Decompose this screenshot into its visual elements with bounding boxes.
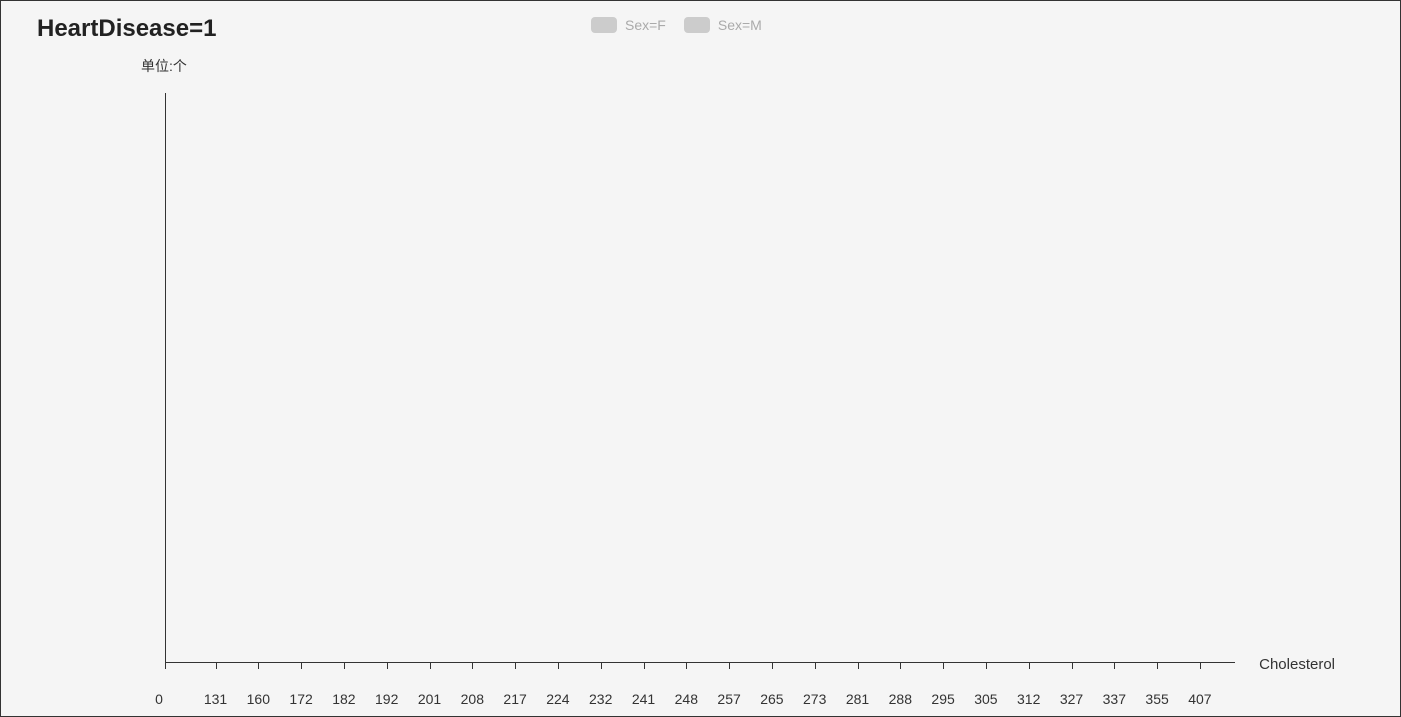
legend-label: Sex=F [625,17,666,33]
y-axis [165,93,166,663]
x-tick [301,663,302,669]
x-tick [1200,663,1201,669]
x-tick-label: 407 [1188,691,1211,707]
legend-item-sex-f[interactable]: Sex=F [591,17,666,33]
x-tick-label: 172 [289,691,312,707]
x-tick-label: 224 [546,691,569,707]
x-tick-label: 337 [1103,691,1126,707]
x-tick [472,663,473,669]
x-tick [1157,663,1158,669]
x-tick [515,663,516,669]
y-unit-label: 单位:个 [141,56,187,76]
legend-marker-icon [591,17,617,33]
x-tick-label: 208 [461,691,484,707]
x-tick [1114,663,1115,669]
x-tick [1029,663,1030,669]
x-axis-title: Cholesterol [1259,656,1335,673]
x-tick-label: 131 [204,691,227,707]
x-tick-label: 305 [974,691,997,707]
x-tick-label: 265 [760,691,783,707]
x-tick-label: 288 [889,691,912,707]
x-tick-label: 241 [632,691,655,707]
x-tick [644,663,645,669]
x-tick [943,663,944,669]
chart-container: HeartDisease=1 Sex=F Sex=M 单位:个 01311601… [0,0,1401,717]
x-tick-label: 281 [846,691,869,707]
x-tick [815,663,816,669]
x-tick-label: 182 [332,691,355,707]
x-tick [772,663,773,669]
x-tick-label: 0 [155,691,163,707]
x-tick-label: 217 [503,691,526,707]
x-tick [729,663,730,669]
x-tick-label: 192 [375,691,398,707]
x-tick-label: 160 [247,691,270,707]
x-ticks [165,663,1235,669]
x-tick-label: 257 [717,691,740,707]
x-tick [1072,663,1073,669]
x-tick [165,663,166,669]
plot-area: 0131160172182192201208217224232241248257… [165,93,1235,663]
chart-title: HeartDisease=1 [37,15,216,43]
x-tick-label: 312 [1017,691,1040,707]
x-tick-label: 248 [675,691,698,707]
legend: Sex=F Sex=M [591,17,762,33]
x-tick [858,663,859,669]
x-tick-label: 273 [803,691,826,707]
x-tick-label: 201 [418,691,441,707]
x-tick-label: 327 [1060,691,1083,707]
x-tick [900,663,901,669]
x-tick-label: 355 [1145,691,1168,707]
x-tick [344,663,345,669]
x-tick [258,663,259,669]
x-tick [558,663,559,669]
x-tick-label: 232 [589,691,612,707]
x-tick [216,663,217,669]
x-tick [986,663,987,669]
legend-label: Sex=M [718,17,762,33]
legend-item-sex-m[interactable]: Sex=M [684,17,762,33]
legend-marker-icon [684,17,710,33]
x-tick [430,663,431,669]
x-tick [387,663,388,669]
x-tick [601,663,602,669]
x-tick-label: 295 [931,691,954,707]
x-tick [686,663,687,669]
